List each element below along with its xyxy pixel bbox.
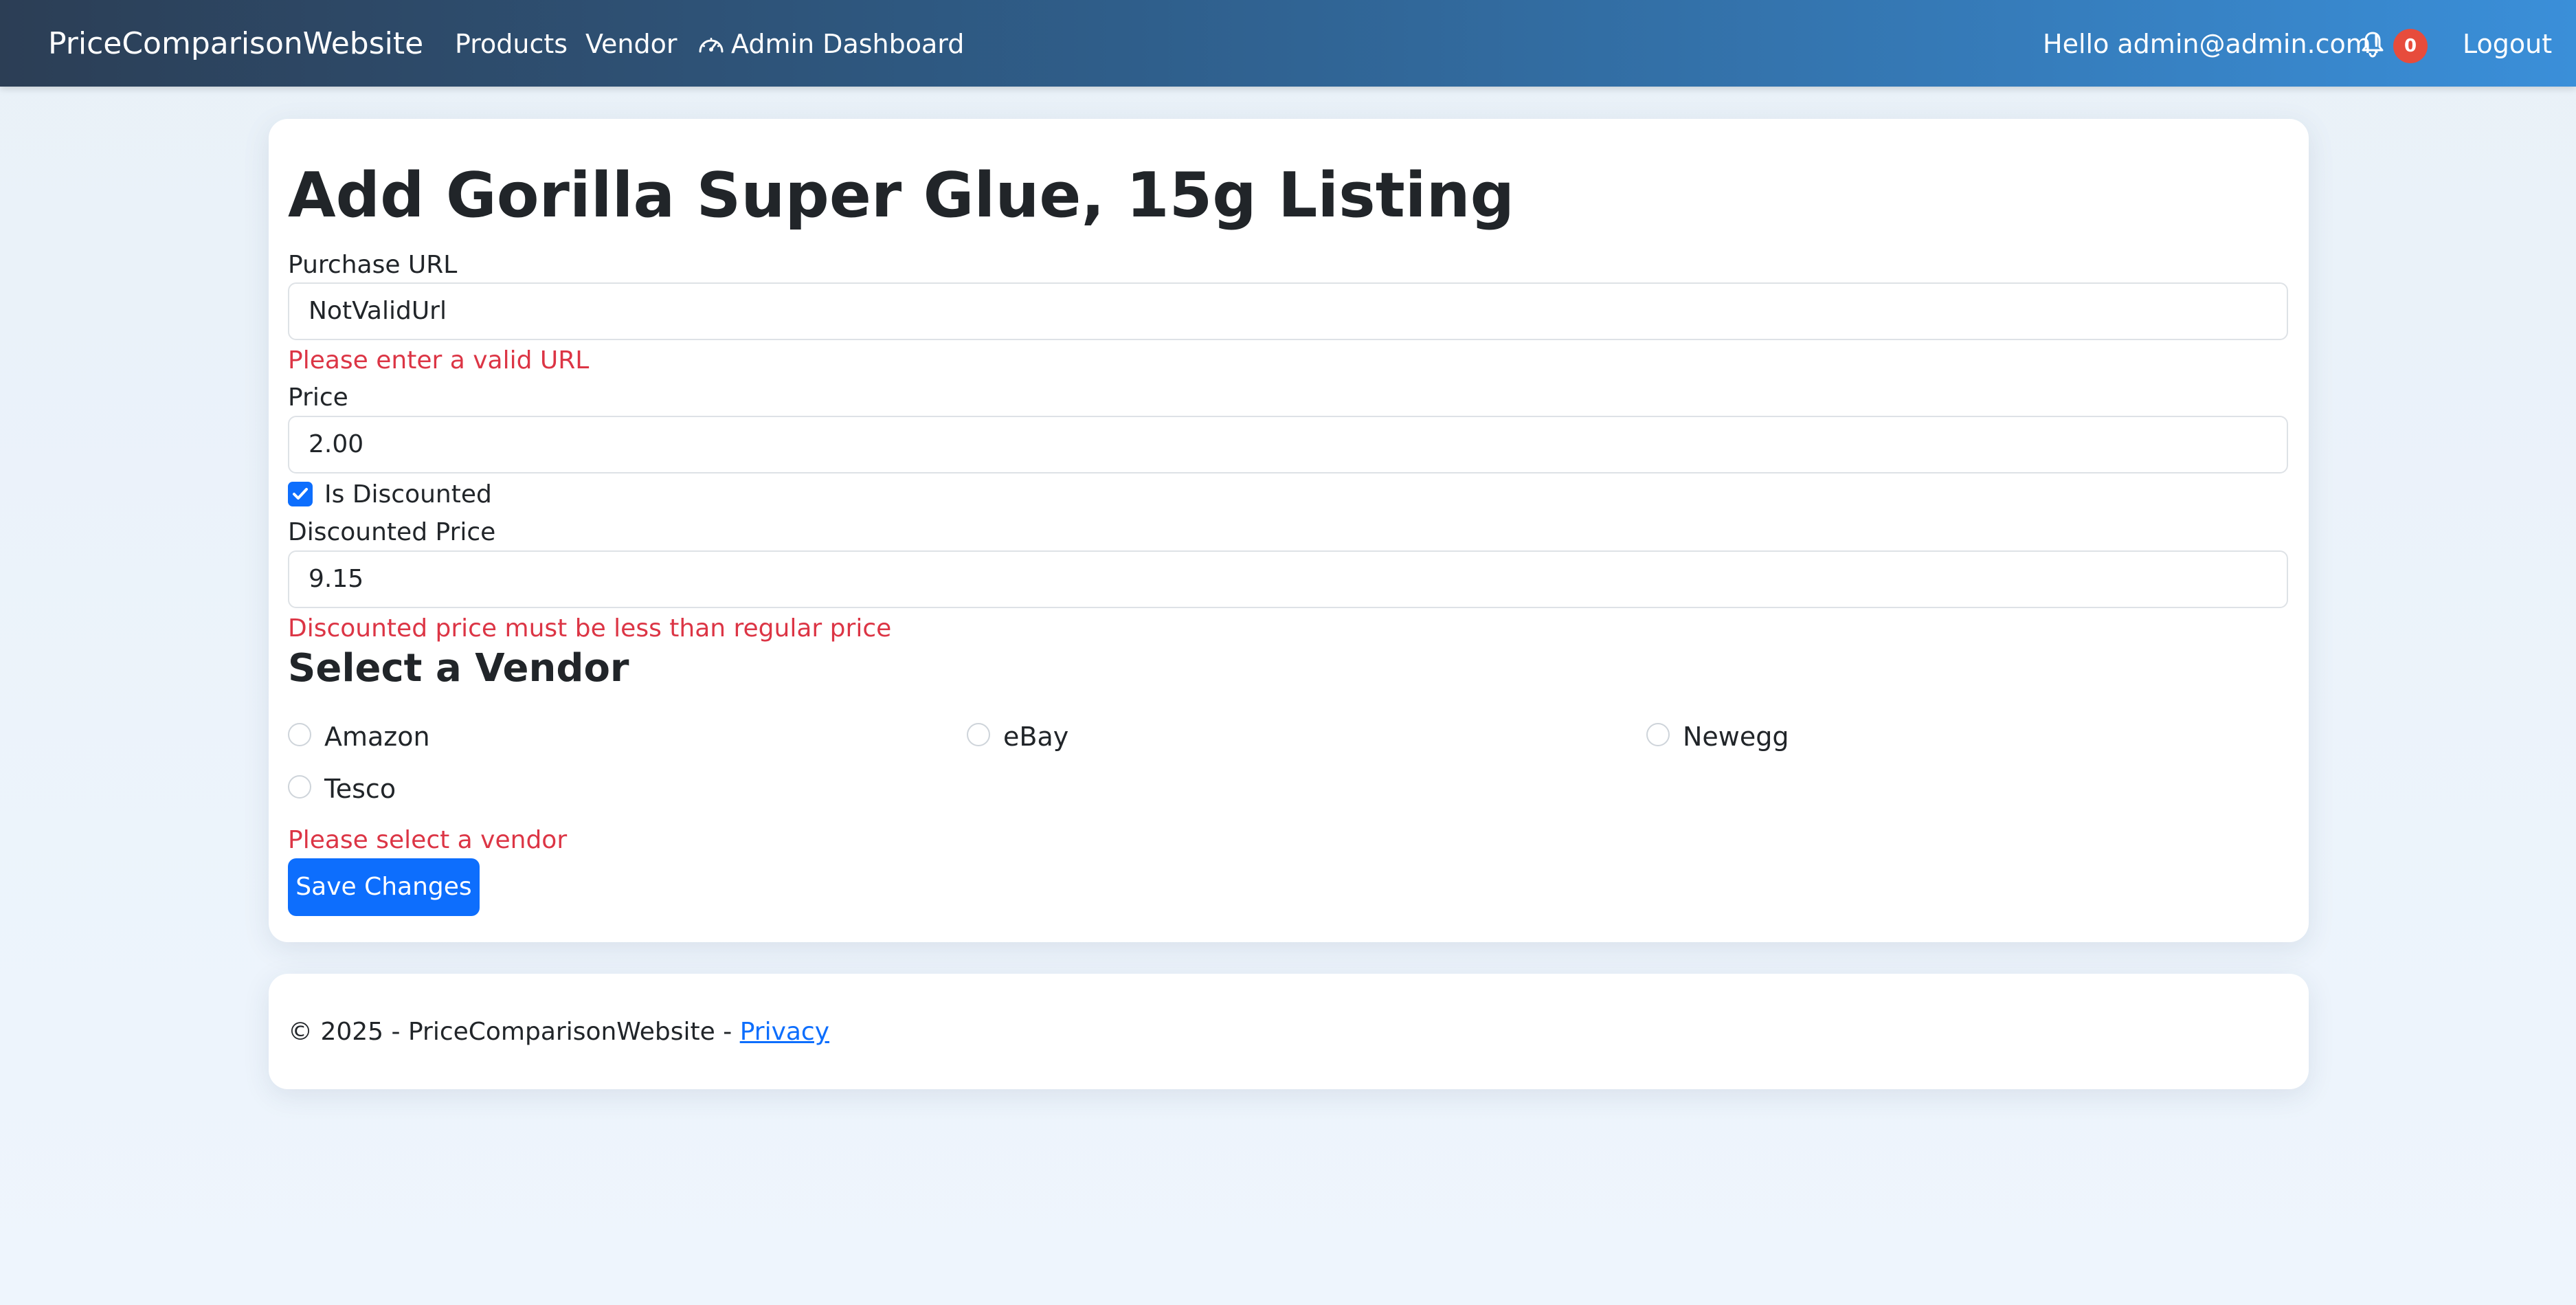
vendor-radio-tesco[interactable]: [288, 775, 311, 799]
logout-link[interactable]: Logout: [2463, 31, 2552, 57]
vendor-radio-amazon[interactable]: [288, 723, 311, 746]
vendor-label-tesco[interactable]: Tesco: [324, 776, 396, 802]
vendor-label-amazon[interactable]: Amazon: [324, 724, 430, 750]
vendor-label-ebay[interactable]: eBay: [1003, 724, 1068, 750]
notification-count-badge[interactable]: 0: [2393, 29, 2428, 63]
vendor-error: Please select a vendor: [288, 826, 568, 854]
discounted-price-label: Discounted Price: [288, 518, 496, 546]
privacy-link[interactable]: Privacy: [740, 1018, 829, 1046]
save-changes-button[interactable]: Save Changes: [288, 858, 480, 916]
speedometer-icon: [699, 38, 724, 53]
brand-link[interactable]: PriceComparisonWebsite: [48, 29, 423, 59]
vendor-radio-ebay[interactable]: [967, 723, 990, 746]
vendor-radio-newegg[interactable]: [1646, 723, 1670, 746]
nav-link-admin-dashboard[interactable]: Admin Dashboard: [698, 31, 964, 57]
purchase-url-error: Please enter a valid URL: [288, 346, 590, 375]
purchase-url-label: Purchase URL: [288, 251, 458, 279]
page-title: Add Gorilla Super Glue, 15g Listing: [288, 159, 1515, 232]
purchase-url-input[interactable]: NotValidUrl: [288, 282, 2288, 340]
user-greeting[interactable]: Hello admin@admin.com!: [2043, 31, 2382, 57]
price-input[interactable]: 2.00: [288, 416, 2288, 473]
footer: © 2025 - PriceComparisonWebsite - Privac…: [269, 974, 2309, 1089]
is-discounted-label[interactable]: Is Discounted: [324, 482, 492, 507]
add-listing-card: Add Gorilla Super Glue, 15g Listing Purc…: [269, 119, 2309, 942]
top-navbar: PriceComparisonWebsite Products Vendor A…: [0, 0, 2576, 87]
discounted-price-input[interactable]: 9.15: [288, 550, 2288, 608]
bell-icon[interactable]: [2361, 30, 2384, 58]
footer-copyright: © 2025 - PriceComparisonWebsite -: [288, 1018, 740, 1046]
select-vendor-heading: Select a Vendor: [288, 646, 629, 691]
discounted-price-error: Discounted price must be less than regul…: [288, 614, 892, 643]
footer-text: © 2025 - PriceComparisonWebsite - Privac…: [288, 1020, 829, 1045]
vendor-label-newegg[interactable]: Newegg: [1683, 724, 1789, 750]
nav-link-admin-dashboard-label: Admin Dashboard: [731, 29, 965, 59]
nav-link-products[interactable]: Products: [455, 31, 568, 57]
is-discounted-checkbox[interactable]: [288, 482, 313, 506]
price-label: Price: [288, 383, 348, 412]
nav-link-vendor[interactable]: Vendor: [585, 31, 677, 57]
checkmark-icon: [293, 488, 308, 500]
